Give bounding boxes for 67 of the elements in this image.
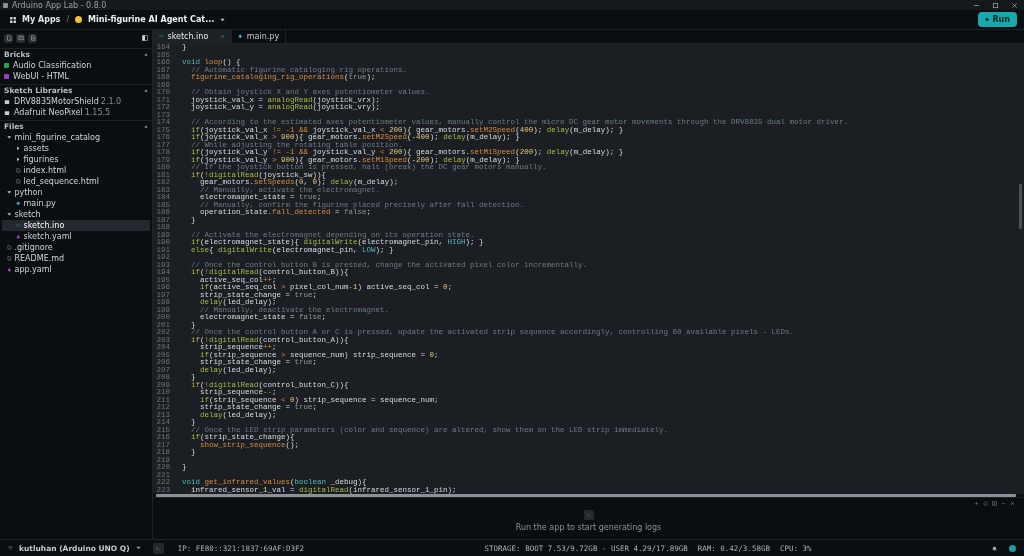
collapse-icon[interactable]: [144, 53, 148, 56]
code-file-icon: [16, 223, 21, 228]
add-icon[interactable]: [974, 501, 979, 506]
caret-icon[interactable]: [135, 546, 141, 550]
yaml-file-icon: [7, 267, 12, 272]
expander-icon[interactable]: [7, 212, 12, 217]
tree-item[interactable]: mini_figurine_catalog: [2, 132, 150, 143]
file-icon: [7, 256, 12, 261]
collapse-icon[interactable]: [144, 89, 148, 92]
tree-item[interactable]: assets: [2, 143, 150, 154]
play-icon: [985, 17, 991, 22]
diamond-icon: [238, 34, 243, 39]
bell-icon[interactable]: [992, 545, 997, 551]
editor-tab[interactable]: main.py: [232, 30, 287, 43]
empty-logs-message: Run the app to start generating logs: [515, 522, 662, 532]
tree-item[interactable]: .gitignore: [2, 242, 150, 253]
terminal-icon: [583, 509, 594, 520]
app-title: Mini-figurine AI Agent Cat...: [88, 15, 215, 24]
brick-item[interactable]: WebUI - HTML: [0, 71, 152, 82]
diamond-icon: [16, 201, 21, 206]
app-emoji-icon: [75, 16, 83, 23]
file-icon: [16, 179, 21, 184]
library-version: 2.1.0: [100, 97, 122, 106]
run-button[interactable]: Run: [978, 12, 1017, 27]
tree-item[interactable]: sketch.ino: [2, 220, 150, 231]
tree-item[interactable]: figurines: [2, 154, 150, 165]
editor-tab[interactable]: sketch.ino: [153, 30, 233, 43]
yaml-file-icon: [16, 234, 21, 239]
tree-item[interactable]: main.py: [2, 198, 150, 209]
app-icon: [3, 2, 8, 8]
caret-icon[interactable]: [220, 17, 226, 22]
my-apps-link[interactable]: My Apps: [22, 15, 61, 24]
user-avatar[interactable]: [1009, 544, 1016, 552]
panel-toggle-icon[interactable]: [142, 35, 148, 41]
tree-item[interactable]: python: [2, 187, 150, 198]
file-icon: [16, 168, 21, 173]
expander-icon[interactable]: [7, 135, 12, 140]
expander-icon[interactable]: [7, 190, 12, 195]
brick-item[interactable]: Audio Classification: [0, 60, 152, 71]
wifi-icon: [8, 546, 13, 550]
collapse-icon[interactable]: [144, 125, 148, 128]
close-tab-icon[interactable]: [220, 34, 226, 39]
window-title: Arduino App Lab - 0.8.0: [12, 0, 107, 10]
tree-item[interactable]: app.yaml: [2, 264, 150, 275]
library-name: Adafruit NeoPixel: [14, 108, 83, 117]
expander-icon[interactable]: [16, 157, 21, 162]
code-file-icon: [159, 34, 164, 39]
close-icon[interactable]: [1010, 501, 1015, 506]
scrollbar-thumb[interactable]: [1019, 184, 1022, 229]
tree-item[interactable]: led_sequence.html: [2, 176, 150, 187]
tree-item[interactable]: index.html: [2, 165, 150, 176]
library-name: DRV8835MotorShield: [14, 97, 99, 106]
close-icon[interactable]: [1011, 1, 1018, 9]
tree-item[interactable]: sketch.yaml: [2, 231, 150, 242]
library-version: 1.15.5: [84, 108, 111, 117]
tree-item[interactable]: sketch: [2, 209, 150, 220]
apps-grid-icon[interactable]: [10, 16, 16, 23]
tree-item[interactable]: README.md: [2, 253, 150, 264]
horizontal-scrollbar[interactable]: [156, 494, 1016, 497]
file-icon: [7, 245, 12, 250]
add-file-button[interactable]: [28, 33, 37, 43]
restore-icon[interactable]: [992, 1, 999, 9]
new-file-button[interactable]: [4, 33, 13, 43]
terminal-icon: [155, 545, 162, 551]
breadcrumb-separator: /: [66, 15, 70, 24]
library-button[interactable]: [16, 33, 25, 43]
expander-icon[interactable]: [16, 146, 21, 151]
